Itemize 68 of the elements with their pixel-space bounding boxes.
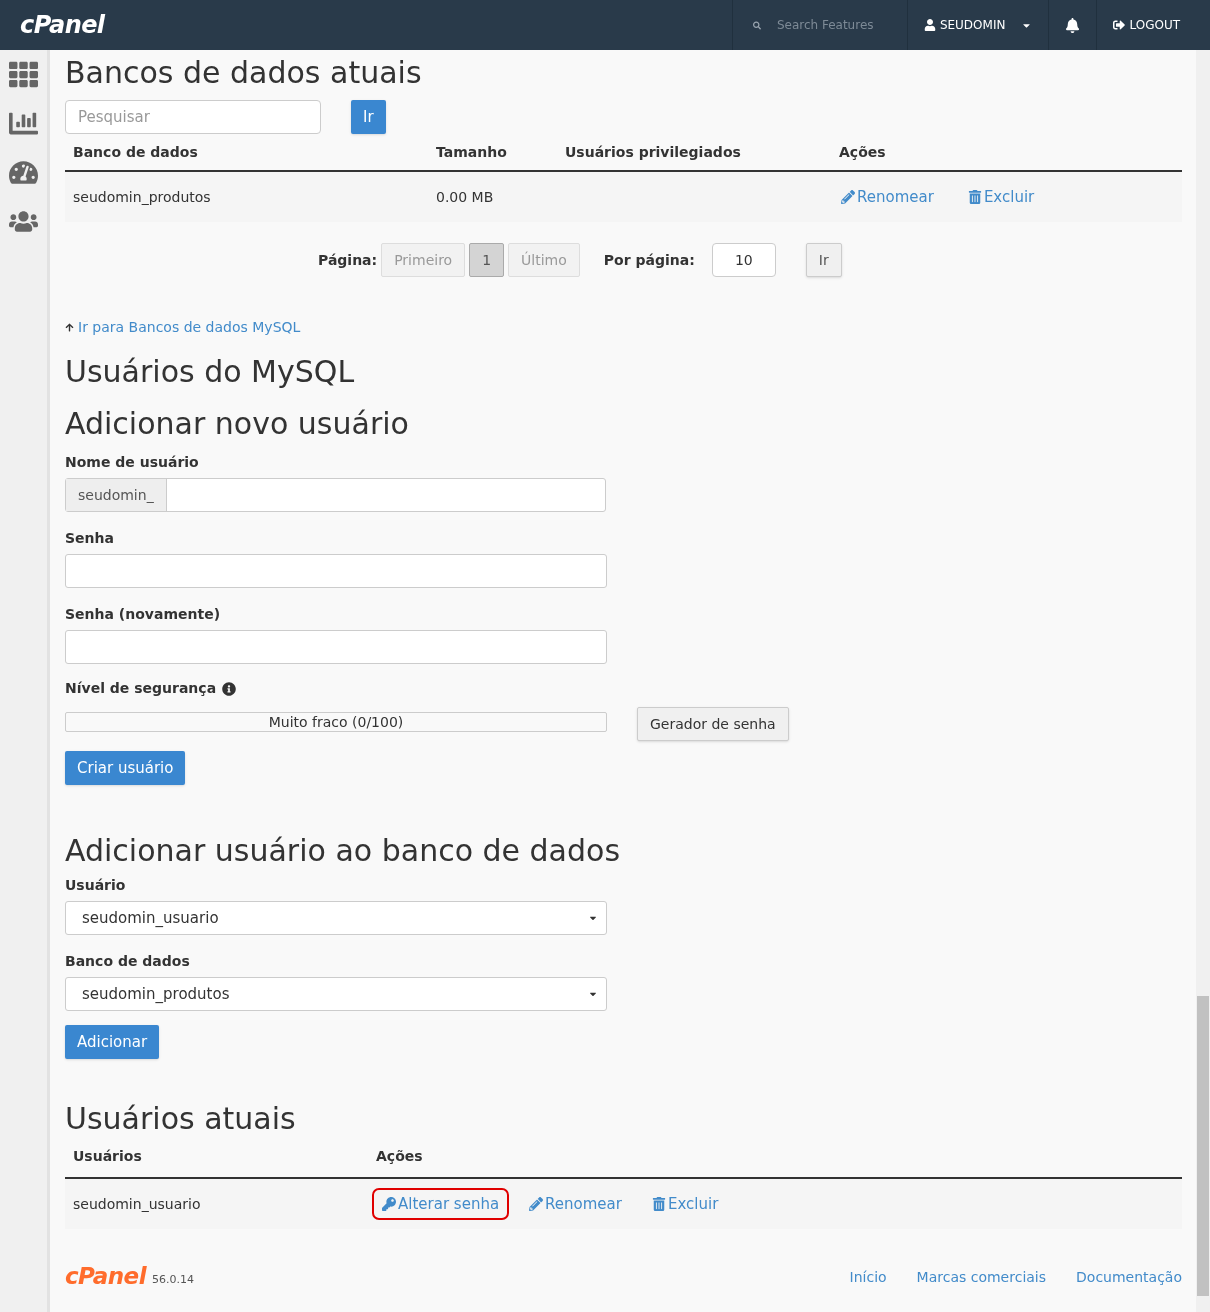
section-title: Bancos de dados atuais — [65, 54, 423, 92]
per-page-field[interactable]: 10 — [711, 243, 776, 277]
footer-link[interactable]: Início — [849, 1267, 887, 1288]
column-header: Usuários privilegiados — [565, 142, 742, 162]
pencil-icon — [529, 1197, 544, 1211]
field-label: Banco de dados — [65, 952, 191, 971]
arrow-up-icon — [65, 323, 74, 332]
delete-link[interactable]: Excluir — [641, 1187, 729, 1221]
rename-link[interactable]: Renomear — [831, 180, 944, 214]
footer-link[interactable]: Documentação — [1076, 1267, 1182, 1288]
field-label: Nível de segurança — [65, 679, 217, 698]
section-title: Usuários do MySQL — [65, 353, 356, 391]
version-text: 56.0.14 — [151, 1271, 194, 1288]
search-field[interactable]: Search Features — [776, 16, 887, 34]
password-link[interactable]: Alterar senha — [372, 1187, 510, 1221]
field-label: Usuário — [65, 876, 127, 895]
user-select[interactable]: seudomin_usuario — [65, 901, 607, 935]
trash-icon — [651, 1197, 666, 1211]
user-icon — [923, 19, 936, 31]
scrollbar[interactable] — [1196, 50, 1210, 1312]
info-icon[interactable] — [222, 681, 237, 696]
section-title: Adicionar novo usuário — [65, 405, 410, 443]
page-button[interactable]: Primeiro — [381, 243, 466, 277]
database-select[interactable]: seudomin_produtos — [65, 977, 607, 1011]
bell-icon[interactable] — [1065, 17, 1081, 33]
table-cell-text: seudomin_produtos — [73, 187, 212, 207]
password-field[interactable] — [65, 630, 607, 664]
add-button[interactable]: Adicionar — [65, 1025, 160, 1059]
gauge-icon[interactable] — [9, 158, 38, 187]
trash-icon — [967, 190, 982, 204]
column-header: Banco de dados — [73, 142, 199, 162]
grid-icon[interactable] — [9, 60, 38, 89]
strength-reading: Muito fraco (0/100) — [268, 712, 404, 732]
column-header: Ações — [839, 142, 886, 162]
scrollbar-thumb[interactable] — [1197, 996, 1209, 1296]
footer-link[interactable]: Marcas comerciais — [916, 1267, 1047, 1288]
username-field[interactable]: seudomin_ — [65, 478, 606, 512]
cpanel-logo[interactable]: cPanel — [20, 7, 105, 43]
password-generator-button[interactable]: Gerador de senha — [637, 707, 789, 741]
section-title: Usuários atuais — [65, 1100, 297, 1138]
password-field[interactable] — [65, 554, 607, 588]
per-page-label: Por página: — [603, 250, 696, 270]
go-button[interactable]: Ir — [351, 100, 386, 134]
pencil-icon — [841, 190, 855, 204]
page-label: Página: — [318, 250, 378, 270]
user-menu[interactable]: SEUDOMIN — [906, 0, 1049, 50]
back-link[interactable]: Ir para Bancos de dados MySQL — [65, 317, 301, 338]
delete-link[interactable]: Excluir — [957, 180, 1045, 214]
column-header: Ações — [376, 1147, 423, 1166]
search-field[interactable]: Pesquisar — [65, 100, 321, 134]
go-button[interactable]: Ir — [805, 243, 842, 277]
field-label: Senha — [65, 529, 115, 548]
column-header: Usuários — [73, 1147, 143, 1166]
page-button[interactable]: Último — [508, 243, 580, 277]
field-label: Nome de usuário — [65, 453, 200, 472]
rename-link[interactable]: Renomear — [519, 1187, 632, 1221]
table-cell-text: 0.00 MB — [436, 187, 495, 207]
section-title: Adicionar usuário ao banco de dados — [65, 832, 621, 870]
create-user-button[interactable]: Criar usuário — [65, 751, 186, 785]
column-header: Tamanho — [436, 142, 508, 162]
key-icon — [382, 1197, 396, 1211]
table-cell-text: seudomin_usuario — [73, 1194, 202, 1214]
logout-button[interactable]: LOGOUT — [1096, 0, 1196, 50]
username-prefix: seudomin_ — [66, 479, 167, 511]
cpanel-logo: cPanel — [65, 1265, 146, 1288]
logout-icon — [1113, 19, 1126, 31]
field-label: Senha (novamente) — [65, 605, 222, 624]
page-button[interactable]: 1 — [469, 243, 505, 277]
